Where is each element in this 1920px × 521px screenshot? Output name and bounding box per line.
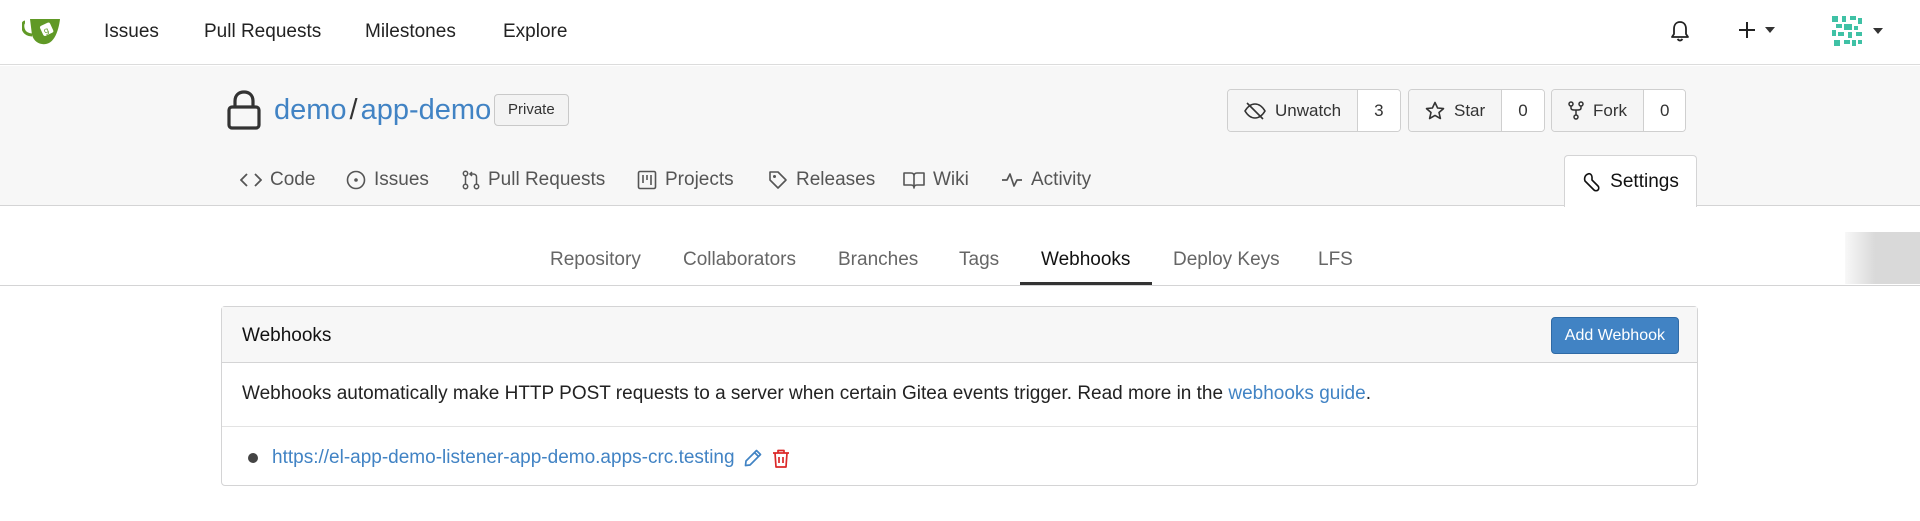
tab-code[interactable]: Code [240, 168, 315, 192]
tab-projects-label: Projects [665, 169, 734, 190]
tab-issues-label: Issues [374, 169, 429, 190]
top-navbar: g Issues Pull Requests Milestones Explor… [0, 0, 1920, 65]
code-icon [240, 173, 262, 187]
webhooks-description-text: Webhooks automatically make HTTP POST re… [242, 383, 1224, 404]
repo-owner-link[interactable]: demo [274, 94, 347, 126]
unwatch-label: Unwatch [1275, 100, 1342, 120]
webhook-url-link[interactable]: https://el-app-demo-listener-app-demo.ap… [272, 446, 735, 470]
gitea-logo[interactable]: g [21, 14, 64, 48]
tab-activity[interactable]: Activity [1001, 168, 1091, 192]
project-icon [637, 170, 657, 190]
tab-issues[interactable]: Issues [346, 168, 429, 192]
lock-icon [226, 90, 262, 135]
star-button[interactable]: Star [1409, 90, 1502, 131]
trash-icon[interactable] [772, 448, 790, 469]
settings-menu-webhooks[interactable]: Webhooks [1041, 248, 1130, 272]
webhooks-description: Webhooks automatically make HTTP POST re… [242, 382, 1371, 406]
watch-button-group: Unwatch 3 [1227, 89, 1401, 132]
fork-label: Fork [1593, 100, 1627, 120]
nav-issues[interactable]: Issues [104, 20, 159, 44]
tab-releases[interactable]: Releases [768, 168, 875, 192]
tab-code-label: Code [270, 169, 316, 190]
nav-explore[interactable]: Explore [503, 20, 567, 44]
settings-submenu: Repository Collaborators Branches Tags W… [0, 238, 1920, 286]
tab-releases-label: Releases [796, 169, 876, 190]
scroll-shadow [1845, 232, 1920, 284]
repo-title: demo / app-demo [274, 92, 491, 128]
star-button-group: Star 0 [1408, 89, 1545, 132]
fork-button[interactable]: Fork [1552, 90, 1643, 131]
watch-count[interactable]: 3 [1357, 90, 1400, 131]
settings-menu-collaborators[interactable]: Collaborators [683, 248, 796, 272]
fork-icon [1568, 101, 1584, 120]
repo-name-link[interactable]: app-demo [361, 94, 492, 126]
settings-menu-tags[interactable]: Tags [959, 248, 999, 272]
pulse-icon [1002, 173, 1022, 187]
create-menu[interactable] [1738, 21, 1775, 39]
nav-milestones[interactable]: Milestones [365, 20, 456, 44]
chevron-down-icon [1873, 28, 1883, 34]
settings-menu-lfs[interactable]: LFS [1318, 248, 1353, 272]
tab-wiki-label: Wiki [933, 169, 969, 190]
webhooks-description-period: . [1365, 383, 1371, 404]
webhooks-panel: Webhooks Add Webhook Webhooks automatica… [221, 306, 1698, 486]
star-label: Star [1454, 100, 1486, 120]
chevron-down-icon [1765, 27, 1775, 33]
tools-icon [1583, 172, 1600, 192]
add-webhook-button[interactable]: Add Webhook [1550, 317, 1679, 354]
pencil-icon[interactable] [743, 448, 763, 468]
webhooks-title: Webhooks [242, 325, 332, 346]
avatar [1830, 14, 1864, 48]
status-dot [248, 453, 258, 463]
fork-button-group: Fork 0 [1551, 89, 1687, 132]
webhooks-guide-link[interactable]: webhooks guide [1228, 383, 1365, 404]
divider [222, 426, 1697, 427]
eye-slash-icon [1244, 101, 1266, 120]
private-badge: Private [494, 94, 569, 126]
tab-settings[interactable]: Settings [1564, 155, 1697, 207]
active-tab-indicator [1020, 282, 1152, 285]
webhooks-panel-header: Webhooks Add Webhook [222, 307, 1697, 363]
nav-pull-requests[interactable]: Pull Requests [204, 20, 321, 44]
plus-icon [1739, 22, 1755, 38]
bell-icon[interactable] [1670, 20, 1690, 47]
pull-request-icon [462, 170, 480, 190]
list-item: https://el-app-demo-listener-app-demo.ap… [248, 446, 799, 470]
tab-activity-label: Activity [1031, 169, 1092, 190]
tag-icon [769, 171, 787, 189]
unwatch-button[interactable]: Unwatch [1228, 90, 1358, 131]
settings-menu-repository[interactable]: Repository [550, 248, 641, 272]
settings-menu-branches[interactable]: Branches [838, 248, 918, 272]
star-count[interactable]: 0 [1501, 90, 1544, 131]
tab-pull-requests-label: Pull Requests [488, 169, 606, 190]
tab-projects[interactable]: Projects [637, 168, 734, 192]
fork-count[interactable]: 0 [1643, 90, 1686, 131]
settings-menu-deploy-keys[interactable]: Deploy Keys [1173, 248, 1280, 272]
tab-settings-label: Settings [1610, 170, 1679, 192]
tab-wiki[interactable]: Wiki [903, 168, 969, 192]
repo-separator: / [349, 94, 358, 126]
star-icon [1425, 101, 1445, 120]
issue-icon [346, 170, 366, 190]
user-menu[interactable] [1830, 14, 1883, 48]
book-icon [903, 172, 925, 189]
tab-pull-requests[interactable]: Pull Requests [462, 168, 605, 192]
